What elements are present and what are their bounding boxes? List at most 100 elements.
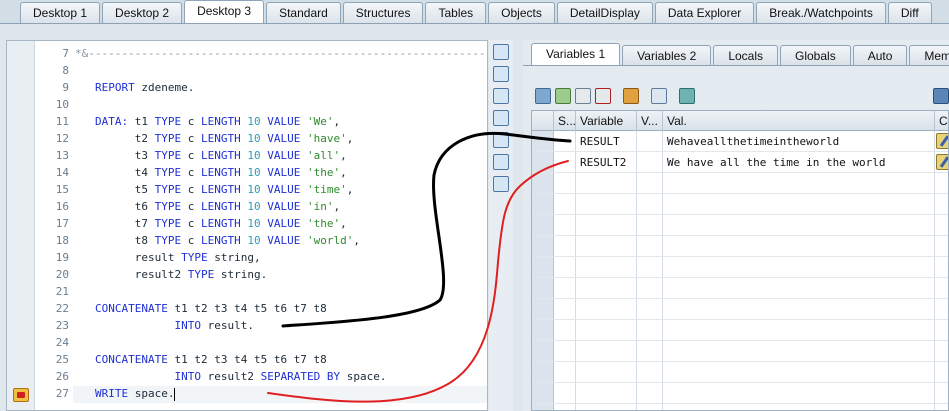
close-tool-icon[interactable]	[493, 44, 509, 60]
save-icon[interactable]	[933, 88, 949, 104]
row-selector-header[interactable]	[532, 111, 554, 131]
new-tool-icon[interactable]	[493, 66, 509, 82]
table-row[interactable]	[532, 236, 948, 257]
keyword-token: VALUE	[267, 217, 301, 230]
code-token: space.	[340, 370, 387, 383]
keyword-token: TYPE	[181, 251, 208, 264]
edit-pencil-icon[interactable]	[936, 133, 948, 149]
variable-name-cell[interactable]: RESULT2	[576, 152, 626, 173]
tab-locals[interactable]: Locals	[713, 45, 778, 65]
debugger-current-line-icon[interactable]	[13, 388, 29, 402]
breakpoint-gutter[interactable]	[7, 41, 35, 410]
sort-icon[interactable]	[623, 88, 639, 104]
column-header-change[interactable]: C.	[935, 111, 948, 131]
code-line[interactable]: result2 TYPE string.	[95, 266, 267, 283]
column-header-variable[interactable]: Variable	[576, 111, 637, 131]
code-line[interactable]: CONCATENATE t1 t2 t3 t4 t5 t6 t7 t8	[95, 300, 327, 317]
code-line[interactable]: *&--------------------------------------…	[75, 45, 487, 62]
tab-objects[interactable]: Objects	[488, 2, 555, 23]
code-line[interactable]: CONCATENATE t1 t2 t3 t4 t5 t6 t7 t8	[95, 351, 327, 368]
tab-variables-1[interactable]: Variables 1	[531, 43, 621, 65]
keyword-token: TYPE	[154, 115, 182, 128]
tab-desktop-3[interactable]: Desktop 3	[184, 0, 265, 23]
table-row[interactable]	[532, 173, 948, 194]
line-numbers: 7 8 9 10 11 12 13 14 15 16 17 18 19 20 21 22 23 24 25 26 27	[35, 41, 73, 410]
code-line[interactable]: t8 TYPE c LENGTH 10 VALUE 'world',	[95, 232, 360, 249]
edit-pencil-icon[interactable]	[936, 154, 948, 170]
code-line[interactable]: INTO result.	[95, 317, 253, 334]
code-line[interactable]: REPORT zdeneme.	[95, 79, 194, 96]
tab-structures[interactable]: Structures	[342, 2, 424, 23]
table-row[interactable]	[532, 299, 948, 320]
code-line[interactable]: WRITE space.	[95, 385, 176, 402]
resize-horizontal-icon[interactable]	[493, 132, 509, 148]
tab-desktop-1[interactable]: Desktop 1	[20, 2, 101, 23]
variables-grid[interactable]: S... Variable V... Val. C. RESULT Wehavea…	[531, 110, 949, 411]
table-row[interactable]: RESULT Wehaveallthetimeintheworld	[532, 131, 948, 152]
table-row[interactable]	[532, 341, 948, 362]
code-line[interactable]: t4 TYPE c LENGTH 10 VALUE 'the',	[95, 164, 347, 181]
column-header-v[interactable]: V...	[637, 111, 663, 131]
tab-diff[interactable]: Diff	[887, 2, 932, 23]
code-line[interactable]: t6 TYPE c LENGTH 10 VALUE 'in',	[95, 198, 340, 215]
tab-auto[interactable]: Auto	[852, 45, 908, 65]
tab-tables[interactable]: Tables	[425, 2, 487, 23]
tab-variables-2[interactable]: Variables 2	[622, 45, 712, 65]
keyword-token: VALUE	[267, 200, 301, 213]
tab-memor[interactable]: Memor	[909, 45, 949, 65]
table-row[interactable]	[532, 383, 948, 404]
code-line[interactable]: result TYPE string,	[95, 249, 261, 266]
source-code-editor[interactable]: 7 8 9 10 11 12 13 14 15 16 17 18 19 20 21 22 23 24 25 26 27 …	[6, 40, 488, 411]
table-row[interactable]	[532, 257, 948, 278]
settings-tool-icon[interactable]	[493, 176, 509, 192]
keyword-token: TYPE	[154, 183, 182, 196]
keyword-token: VALUE	[267, 183, 301, 196]
column-header-status[interactable]: S...	[554, 111, 576, 131]
variable-name-cell[interactable]: RESULT	[576, 131, 620, 152]
tab-detaildisplay[interactable]: DetailDisplay	[556, 2, 653, 23]
code-line[interactable]: t3 TYPE c LENGTH 10 VALUE 'all',	[95, 147, 347, 164]
insert-row-icon[interactable]	[575, 88, 591, 104]
tab-desktop-2[interactable]: Desktop 2	[102, 2, 183, 23]
table-row[interactable]	[532, 362, 948, 383]
keyword-token: SEPARATED BY	[260, 370, 341, 383]
code-token: t6	[95, 200, 155, 213]
code-line[interactable]: t2 TYPE c LENGTH 10 VALUE 'have',	[95, 130, 354, 147]
string-token: 'all'	[306, 149, 341, 162]
line-number: 11	[55, 115, 69, 128]
code-token: result2	[95, 268, 188, 281]
maximize-tool-icon[interactable]	[493, 110, 509, 126]
code-line[interactable]: t7 TYPE c LENGTH 10 VALUE 'the',	[95, 215, 347, 232]
tab-break-watchpoints[interactable]: Break./Watchpoints	[756, 2, 886, 23]
delete-icon[interactable]	[535, 88, 551, 104]
filter-icon[interactable]	[679, 88, 695, 104]
tab-data-explorer[interactable]: Data Explorer	[654, 2, 755, 23]
transfer-icon[interactable]	[651, 88, 667, 104]
keyword-token: REPORT	[95, 81, 135, 94]
tab-globals[interactable]: Globals	[780, 45, 851, 65]
code-token: c	[181, 200, 201, 213]
keyword-token: TYPE	[187, 268, 215, 281]
variable-value-cell[interactable]: Wehaveallthetimeintheworld	[663, 131, 839, 152]
column-header-value[interactable]: Val.	[663, 111, 935, 131]
code-line[interactable]: t5 TYPE c LENGTH 10 VALUE 'time',	[95, 181, 354, 198]
table-row[interactable]	[532, 194, 948, 215]
code-area[interactable]: *&--------------------------------------…	[73, 41, 487, 410]
table-row[interactable]: RESULT2 We have all the time in the world	[532, 152, 948, 173]
import-icon[interactable]	[555, 88, 571, 104]
swap-tool-icon[interactable]	[493, 88, 509, 104]
tab-standard[interactable]: Standard	[266, 2, 341, 23]
variable-value-cell[interactable]: We have all the time in the world	[663, 152, 886, 173]
line-number: 14	[55, 166, 69, 179]
delete-row-icon[interactable]	[595, 88, 611, 104]
table-row[interactable]	[532, 320, 948, 341]
code-line[interactable]: INTO result2 SEPARATED BY space.	[95, 368, 386, 385]
code-line[interactable]: DATA: t1 TYPE c LENGTH 10 VALUE 'We',	[95, 113, 340, 130]
table-row[interactable]	[532, 215, 948, 236]
table-row[interactable]	[532, 278, 948, 299]
refresh-tool-icon[interactable]	[493, 154, 509, 170]
